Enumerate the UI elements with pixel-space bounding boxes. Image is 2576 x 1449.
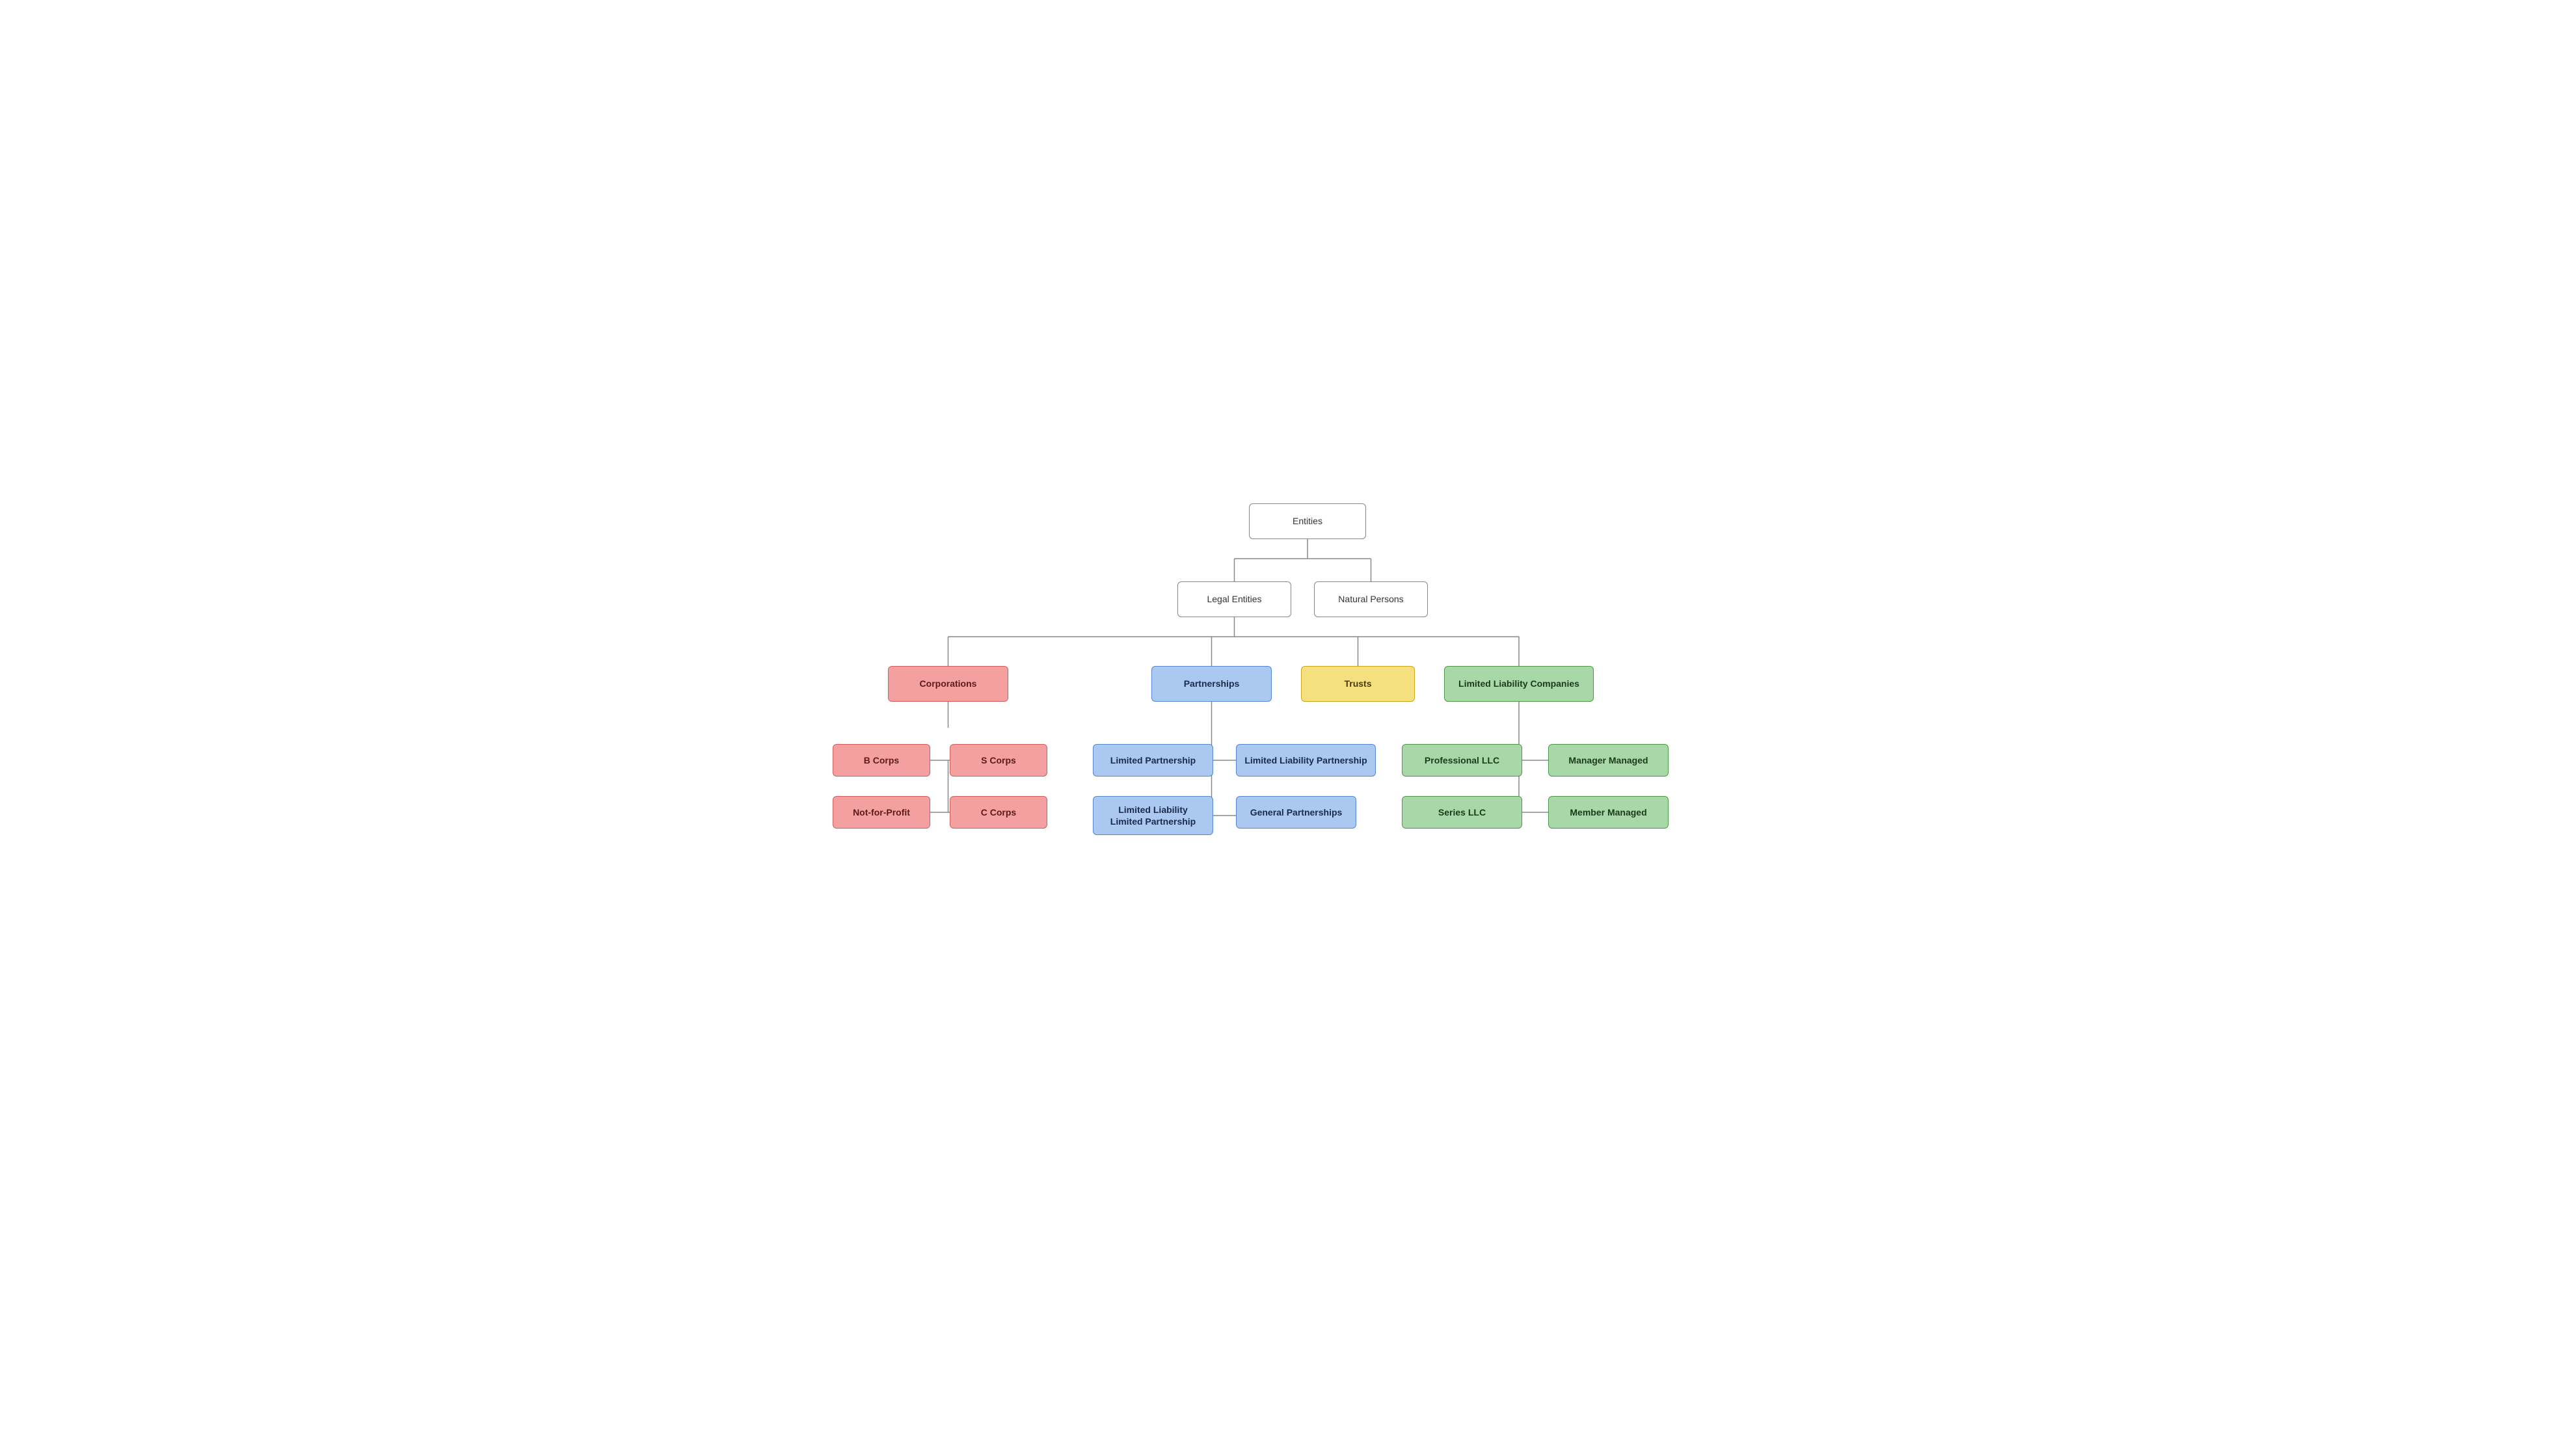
node-limited_partnership: Limited Partnership: [1093, 744, 1213, 777]
node-member_managed: Member Managed: [1548, 796, 1669, 829]
node-partnerships: Partnerships: [1151, 666, 1272, 702]
node-legal_entities: Legal Entities: [1177, 581, 1291, 617]
node-trusts: Trusts: [1301, 666, 1415, 702]
node-limited_liability_partnership: Limited Liability Partnership: [1236, 744, 1376, 777]
node-s_corps: S Corps: [950, 744, 1047, 777]
diagram-container: Entities Legal Entities Natural Persons Cor…: [833, 464, 1743, 985]
node-natural_persons: Natural Persons: [1314, 581, 1428, 617]
node-b_corps: B Corps: [833, 744, 930, 777]
node-c_corps: C Corps: [950, 796, 1047, 829]
node-series_llc: Series LLC: [1402, 796, 1522, 829]
node-corporations: Corporations: [888, 666, 1008, 702]
node-not_for_profit: Not-for-Profit: [833, 796, 930, 829]
node-manager_managed: Manager Managed: [1548, 744, 1669, 777]
node-general_partnerships: General Partnerships: [1236, 796, 1356, 829]
node-professional_llc: Professional LLC: [1402, 744, 1522, 777]
connector-svg: [833, 464, 1743, 985]
node-llc: Limited Liability Companies: [1444, 666, 1594, 702]
node-lllp: Limited LiabilityLimited Partnership: [1093, 796, 1213, 835]
node-entities: Entities: [1249, 503, 1366, 539]
